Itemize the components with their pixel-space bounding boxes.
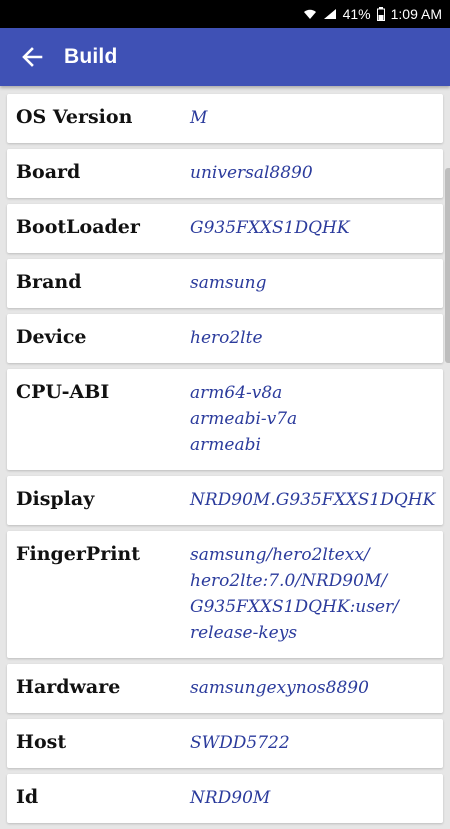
item-value-line: samsungexynos8890 <box>190 678 369 698</box>
list-item[interactable]: Board universal8890 <box>7 149 443 198</box>
battery-icon <box>376 7 385 21</box>
item-value: NRD90M <box>190 785 443 811</box>
item-value: arm64-v8a armeabi-v7a armeabi <box>190 380 443 458</box>
status-bar: 41% 1:09 AM <box>0 0 450 28</box>
item-value-line: G935FXXS1DQHK:user/ <box>190 597 399 617</box>
item-value: samsung <box>190 270 443 296</box>
item-value-line: hero2lte <box>190 328 263 348</box>
item-value-line: NRD90M <box>190 788 271 808</box>
clock: 1:09 AM <box>390 6 442 22</box>
item-value-line: release-keys <box>190 623 298 643</box>
item-label: Hardware <box>16 676 121 698</box>
list-item[interactable]: Hardware samsungexynos8890 <box>7 664 443 713</box>
scrollbar[interactable] <box>445 168 450 363</box>
list-item[interactable]: CPU-ABI arm64-v8a armeabi-v7a armeabi <box>7 369 443 470</box>
item-value: G935FXXS1DQHK <box>190 215 443 241</box>
item-label: Brand <box>16 271 82 293</box>
battery-percent: 41% <box>342 6 371 22</box>
item-value-line: universal8890 <box>190 163 313 183</box>
item-value: M <box>190 105 443 131</box>
item-value-line: M <box>190 108 208 128</box>
item-value-line: arm64-v8a <box>190 383 283 403</box>
item-value: SWDD5722 <box>190 730 443 756</box>
app-bar: Build <box>0 28 450 86</box>
item-value-line: G935FXXS1DQHK <box>190 218 350 238</box>
item-value: NRD90M.G935FXXS1DQHK <box>190 487 443 513</box>
item-label: Host <box>16 731 67 753</box>
item-label: CPU-ABI <box>16 381 110 403</box>
item-value-line: armeabi <box>190 435 261 455</box>
item-label: Device <box>16 326 87 348</box>
item-value-line: samsung/hero2ltexx/ <box>190 545 370 565</box>
list-item[interactable]: Brand samsung <box>7 259 443 308</box>
item-label: Display <box>16 488 95 510</box>
item-value: universal8890 <box>190 160 443 186</box>
item-value-line: SWDD5722 <box>190 733 290 753</box>
wifi-icon <box>303 8 317 20</box>
item-value-line: NRD90M.G935FXXS1DQHK <box>190 490 436 510</box>
list-item[interactable]: Host SWDD5722 <box>7 719 443 768</box>
build-info-list[interactable]: OS Version M Board universal8890 BootLoader G… <box>7 94 443 829</box>
item-label: Board <box>16 161 81 183</box>
item-value: hero2lte <box>190 325 443 351</box>
item-label: Id <box>16 786 39 808</box>
back-arrow-icon[interactable] <box>18 43 46 71</box>
item-label: OS Version <box>16 106 133 128</box>
signal-icon <box>323 8 337 20</box>
item-value-line: armeabi-v7a <box>190 409 298 429</box>
item-value-line: hero2lte:7.0/NRD90M/ <box>190 571 388 591</box>
list-item[interactable]: Display NRD90M.G935FXXS1DQHK <box>7 476 443 525</box>
item-label: FingerPrint <box>16 543 141 565</box>
list-item[interactable]: FingerPrint samsung/hero2ltexx/hero2lte:7… <box>7 531 443 658</box>
item-label: BootLoader <box>16 216 140 238</box>
item-value: samsungexynos8890 <box>190 675 443 701</box>
page-title: Build <box>64 45 118 68</box>
list-item[interactable]: OS Version M <box>7 94 443 143</box>
list-item[interactable]: BootLoader G935FXXS1DQHK <box>7 204 443 253</box>
item-value-line: samsung <box>190 273 267 293</box>
list-item[interactable]: Device hero2lte <box>7 314 443 363</box>
list-item[interactable]: Id NRD90M <box>7 774 443 823</box>
item-value: samsung/hero2ltexx/hero2lte:7.0/NRD90M/G… <box>190 542 443 646</box>
